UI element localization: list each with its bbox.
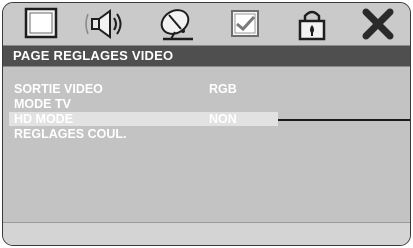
menu-item-reglages-coul[interactable]: REGLAGES COUL. (3, 127, 410, 141)
menu-item-mode-tv[interactable]: MODE TV (3, 97, 410, 111)
settings-panel: SORTIE VIDEO RGB MODE TV HD MODE NON REG… (3, 67, 410, 222)
help-footer-bar (3, 222, 410, 245)
menu-item-label: MODE TV (14, 97, 71, 111)
menu-item-label: REGLAGES COUL. (14, 127, 127, 141)
tab-audio-setup[interactable] (82, 6, 130, 42)
speaker-audio-icon (85, 9, 122, 39)
padlock-icon (298, 10, 326, 41)
menu-item-value: RGB (209, 82, 237, 96)
menu-item-label: HD MODE (14, 112, 74, 126)
menu-item-label: SORTIE VIDEO (14, 82, 103, 96)
category-icon-bar (3, 3, 410, 45)
tab-video-setup[interactable] (153, 6, 201, 42)
tab-general-setup[interactable] (17, 6, 65, 42)
page-title-bar: PAGE REGLAGES VIDEO (3, 45, 410, 67)
menu-item-sortie-video[interactable]: SORTIE VIDEO RGB (3, 82, 410, 96)
tab-preferences[interactable] (221, 6, 269, 42)
close-x-icon (362, 8, 394, 40)
tab-password[interactable] (288, 6, 336, 42)
osd-menu-window: PAGE REGLAGES VIDEO SORTIE VIDEO RGB MOD… (2, 2, 411, 246)
page-title: PAGE REGLAGES VIDEO (13, 48, 174, 63)
menu-item-hd-mode[interactable]: HD MODE NON (3, 112, 410, 126)
tab-exit[interactable] (354, 6, 402, 42)
menu-item-value: NON (209, 112, 237, 126)
satellite-dish-icon (160, 9, 193, 41)
selection-pointer-line (278, 119, 410, 121)
tv-screen-icon (24, 7, 58, 39)
checkbox-preferences-icon (231, 10, 259, 37)
